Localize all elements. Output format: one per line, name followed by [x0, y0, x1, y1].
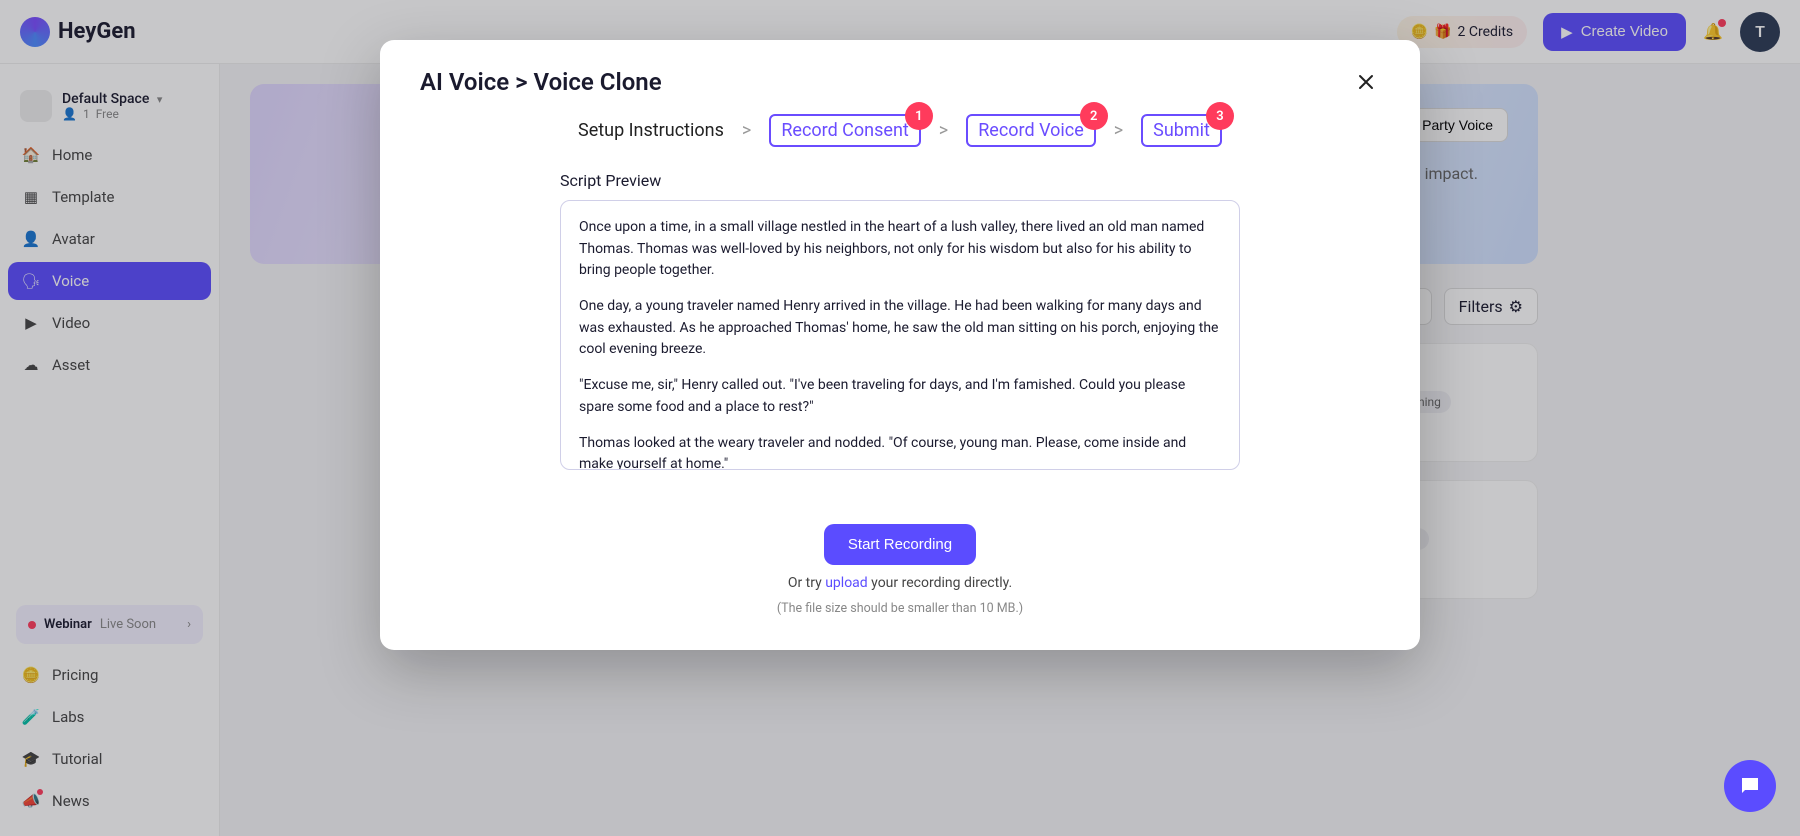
wizard-steps: Setup Instructions > Record Consent 1 > … — [380, 114, 1420, 171]
step-badge-3: 3 — [1206, 102, 1234, 130]
or-text-after: your recording directly. — [868, 575, 1012, 591]
step-submit[interactable]: Submit 3 — [1141, 114, 1222, 147]
step-consent-label: Record Consent — [781, 120, 908, 141]
script-paragraph: "Excuse me, sir," Henry called out. "I'v… — [579, 375, 1221, 418]
start-recording-button[interactable]: Start Recording — [824, 524, 976, 565]
script-paragraph: One day, a young traveler named Henry ar… — [579, 296, 1221, 361]
script-preview-label: Script Preview — [560, 171, 1240, 190]
upload-alternative: Or try upload your recording directly. — [788, 575, 1012, 591]
script-preview-box[interactable]: Once upon a time, in a small village nes… — [560, 200, 1240, 470]
chevron-right-icon: > — [939, 120, 948, 141]
script-paragraph: Once upon a time, in a small village nes… — [579, 217, 1221, 282]
chevron-right-icon: > — [1114, 120, 1123, 141]
step-badge-2: 2 — [1080, 102, 1108, 130]
step-record[interactable]: Record Voice 2 — [966, 114, 1096, 147]
chat-icon — [1738, 774, 1762, 798]
close-button[interactable] — [1352, 68, 1380, 96]
step-setup: Setup Instructions — [578, 120, 724, 141]
voice-clone-modal: AI Voice > Voice Clone Setup Instruction… — [380, 40, 1420, 650]
start-recording-label: Start Recording — [848, 536, 952, 553]
or-text-before: Or try — [788, 575, 825, 591]
step-badge-1: 1 — [905, 102, 933, 130]
step-record-label: Record Voice — [978, 120, 1084, 141]
help-chat-button[interactable] — [1724, 760, 1776, 812]
modal-title: AI Voice > Voice Clone — [420, 68, 662, 96]
close-icon — [1356, 72, 1376, 92]
upload-link[interactable]: upload — [825, 575, 867, 591]
chevron-right-icon: > — [742, 120, 751, 141]
modal-overlay[interactable]: AI Voice > Voice Clone Setup Instruction… — [0, 0, 1800, 836]
script-paragraph: Thomas looked at the weary traveler and … — [579, 433, 1221, 471]
step-consent[interactable]: Record Consent 1 — [769, 114, 920, 147]
step-submit-label: Submit — [1153, 120, 1210, 141]
file-size-hint: (The file size should be smaller than 10… — [777, 601, 1023, 616]
